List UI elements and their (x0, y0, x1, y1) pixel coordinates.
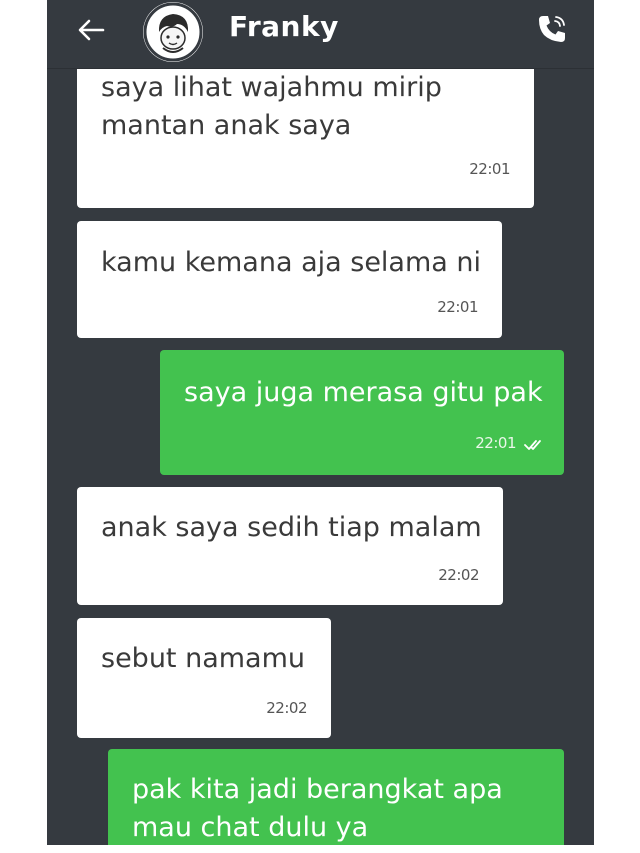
chat-header: Franky (47, 0, 594, 69)
message-text: anak saya sedih tiap malam (101, 512, 482, 543)
double-check-icon (524, 440, 541, 450)
avatar[interactable] (143, 2, 203, 62)
message-text: kamu kemana aja selama ni (101, 247, 482, 278)
message-incoming[interactable]: sebut namamu 22:02 (77, 618, 331, 738)
message-text: pak kita jadi berangkat apa mau chat dul… (132, 774, 503, 843)
avatar-face-icon (143, 2, 203, 62)
message-time: 22:01 (437, 298, 478, 316)
back-arrow-icon[interactable] (73, 12, 109, 48)
message-list[interactable]: saya lihat wajahmu mirip mantan anak say… (47, 69, 594, 845)
contact-name[interactable]: Franky (229, 10, 339, 43)
screenshot-frame: Franky saya lihat wajahmu mirip mantan a… (0, 0, 640, 853)
message-incoming[interactable]: saya lihat wajahmu mirip mantan anak say… (77, 69, 534, 208)
message-incoming[interactable]: kamu kemana aja selama ni 22:01 (77, 221, 502, 338)
message-time: 22:02 (438, 566, 479, 584)
message-text: sebut namamu (101, 643, 306, 674)
message-time: 22:01 (475, 434, 516, 452)
message-outgoing[interactable]: pak kita jadi berangkat apa mau chat dul… (108, 749, 564, 845)
bottom-edge (47, 845, 594, 853)
message-time: 22:02 (266, 699, 307, 717)
message-time: 22:01 (469, 160, 510, 178)
message-text: saya lihat wajahmu mirip mantan anak say… (101, 72, 442, 141)
message-text: saya juga merasa gitu pak (184, 377, 543, 408)
message-outgoing[interactable]: saya juga merasa gitu pak 22:01 (160, 350, 564, 475)
phone-call-icon[interactable] (534, 11, 570, 47)
message-incoming[interactable]: anak saya sedih tiap malam 22:02 (77, 487, 503, 605)
chat-screen: Franky saya lihat wajahmu mirip mantan a… (47, 0, 594, 845)
